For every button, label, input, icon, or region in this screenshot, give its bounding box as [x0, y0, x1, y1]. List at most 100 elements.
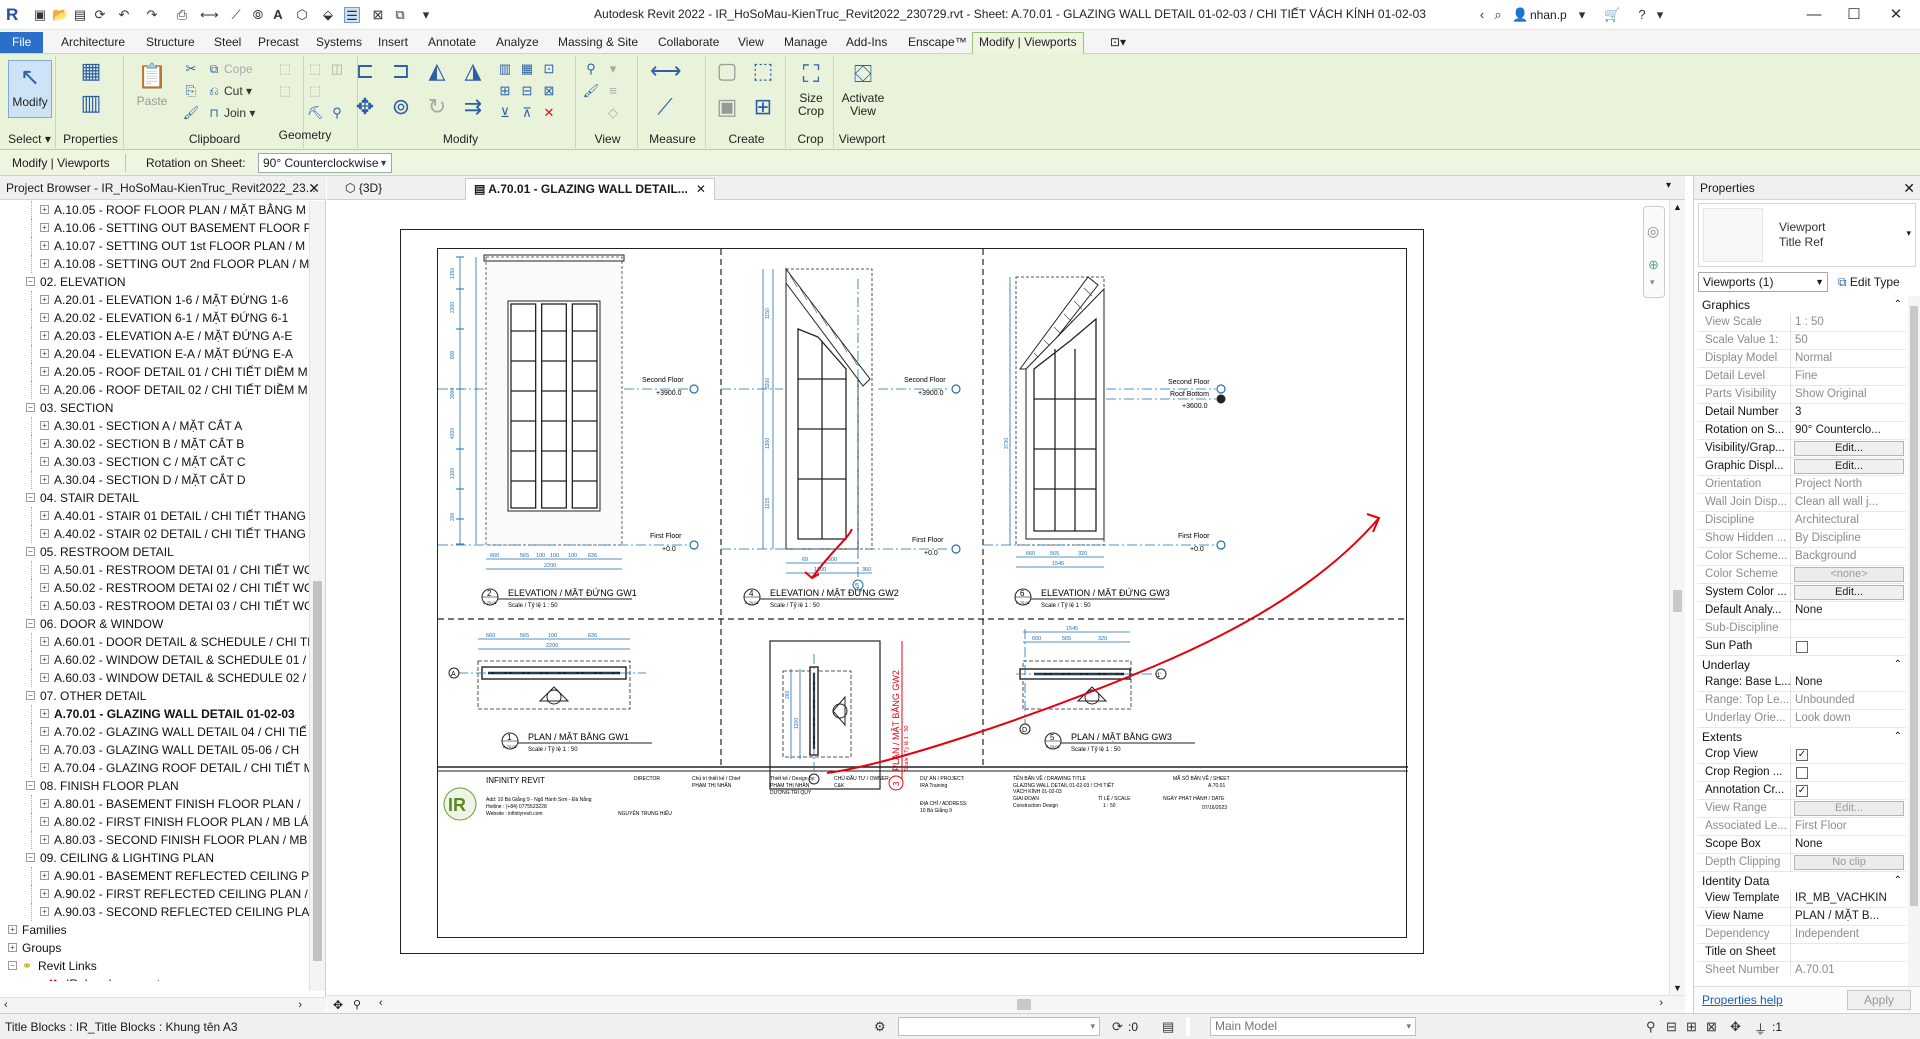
- cope-extra-icon[interactable]: ⬚: [276, 60, 294, 78]
- tree-folder[interactable]: −09. CEILING & LIGHTING PLAN: [0, 849, 310, 867]
- property-value[interactable]: IR_MB_VACHKIN: [1790, 890, 1906, 908]
- property-value[interactable]: None: [1790, 602, 1906, 620]
- edit-type-button[interactable]: ⧉ Edit Type: [1838, 272, 1918, 292]
- expand-icon[interactable]: +: [40, 457, 49, 466]
- section-icon[interactable]: ⬙: [320, 7, 336, 23]
- property-value[interactable]: 90° Counterclo...: [1790, 422, 1906, 440]
- close-hidden-icon[interactable]: ⊠: [370, 7, 386, 23]
- help-icon[interactable]: ?: [1634, 7, 1650, 23]
- expand-icon[interactable]: +: [40, 655, 49, 664]
- tab-manage[interactable]: Manage: [778, 33, 833, 53]
- chevron-left-icon[interactable]: ‹: [1474, 7, 1490, 23]
- design-option-field[interactable]: Main Model ▾: [1210, 1017, 1416, 1036]
- thin-lines-icon[interactable]: ☰: [344, 7, 360, 23]
- tab-structure[interactable]: Structure: [140, 33, 201, 53]
- expand-icon[interactable]: +: [40, 313, 49, 322]
- aligned-dimension-icon[interactable]: ⟋: [650, 96, 680, 124]
- property-checkbox[interactable]: [1796, 641, 1808, 653]
- tree-item[interactable]: + A.20.03 - ELEVATION A-E / MẶT ĐỨNG A-E: [0, 327, 310, 345]
- tree-folder[interactable]: ✖ IR_Landscape.rvt: [0, 975, 310, 981]
- property-edit-button[interactable]: Edit...: [1794, 459, 1904, 474]
- expand-icon[interactable]: +: [40, 601, 49, 610]
- help-dropdown-icon[interactable]: ▾: [1652, 7, 1668, 23]
- filter-status-icon[interactable]: ⏚: [1754, 1019, 1767, 1038]
- property-value[interactable]: 3: [1790, 404, 1906, 422]
- tree-item[interactable]: + A.50.01 - RESTROOM DETAI 01 / CHI TIẾT …: [0, 561, 310, 579]
- chevron-down-icon[interactable]: ▾: [1574, 7, 1590, 23]
- project-browser-hscrollbar[interactable]: ‹ ›: [0, 997, 326, 1013]
- tree-item[interactable]: + A.90.02 - FIRST REFLECTED CEILING PLAN …: [0, 885, 310, 903]
- cart-icon[interactable]: 🛒: [1604, 7, 1620, 23]
- create-parts-icon[interactable]: ⬚: [748, 60, 778, 88]
- paste-button[interactable]: 📋 Paste: [130, 60, 174, 118]
- expand-icon[interactable]: +: [40, 205, 49, 214]
- tab-massing-site[interactable]: Massing & Site: [552, 33, 644, 53]
- collapse-icon[interactable]: −: [26, 493, 35, 502]
- tab-analyze[interactable]: Analyze: [490, 33, 545, 53]
- tab-add-ins[interactable]: Add-Ins: [840, 33, 893, 53]
- collapse-section-icon[interactable]: ⌃: [1894, 872, 1902, 890]
- cut-scissors-icon[interactable]: ✂: [182, 60, 200, 78]
- app-menu-icon[interactable]: ▣: [32, 7, 48, 23]
- expand-icon[interactable]: +: [40, 529, 49, 538]
- tree-item[interactable]: + A.10.07 - SETTING OUT 1st FLOOR PLAN / …: [0, 237, 310, 255]
- expand-icon[interactable]: +: [40, 475, 49, 484]
- property-checkbox[interactable]: ✓: [1796, 785, 1808, 797]
- view-scale-icon[interactable]: ✥: [333, 998, 343, 1012]
- measure-tool-icon[interactable]: ⟷: [650, 60, 682, 88]
- tree-folder[interactable]: −07. OTHER DETAIL: [0, 687, 310, 705]
- tree-item[interactable]: + A.80.01 - BASEMENT FINISH FLOOR PLAN /: [0, 795, 310, 813]
- properties-section-underlay[interactable]: Underlay ⌃: [1698, 656, 1906, 674]
- tab-modify-viewports[interactable]: Modify | Viewports: [972, 32, 1084, 54]
- tree-item[interactable]: + A.60.03 - WINDOW DETAIL & SCHEDULE 02 /: [0, 669, 310, 687]
- unlock-icon[interactable]: ⊼: [518, 104, 536, 122]
- properties-section-identity-data[interactable]: Identity Data ⌃: [1698, 872, 1906, 890]
- join-button[interactable]: ⊓ Join ▾: [206, 104, 255, 122]
- copy-button[interactable]: ⧉ Cope: [206, 60, 253, 78]
- design-options-icon[interactable]: ▤: [1162, 1019, 1174, 1035]
- minimize-icon[interactable]: —: [1800, 4, 1828, 26]
- tab-precast[interactable]: Precast: [252, 33, 305, 53]
- tab-file[interactable]: File: [0, 32, 44, 53]
- pick-icon[interactable]: ⚲: [328, 104, 346, 122]
- dimension-icon[interactable]: ⟋: [228, 7, 244, 23]
- properties-icon[interactable]: ▦: [78, 60, 104, 88]
- tab-3d-view[interactable]: ⬡ {3D}: [337, 178, 390, 200]
- expand-icon[interactable]: +: [40, 295, 49, 304]
- switch-windows-icon[interactable]: ⧉: [392, 7, 408, 23]
- close-icon[interactable]: ✕: [1903, 176, 1915, 200]
- tab-annotate[interactable]: Annotate: [422, 33, 482, 53]
- worksets-icon[interactable]: ⚙: [874, 1019, 886, 1035]
- tree-item[interactable]: + Families: [0, 921, 310, 939]
- expand-icon[interactable]: +: [40, 835, 49, 844]
- apply-button[interactable]: Apply: [1847, 990, 1911, 1010]
- collapse-icon[interactable]: −: [26, 547, 35, 556]
- tree-item[interactable]: + A.50.02 - RESTROOM DETAI 02 / CHI TIẾT …: [0, 579, 310, 597]
- canvas-vscrollbar[interactable]: ▲ ▼: [1669, 200, 1685, 995]
- text-icon[interactable]: A: [270, 7, 286, 23]
- expand-icon[interactable]: +: [40, 565, 49, 574]
- steering-wheel-icon[interactable]: ◎: [1647, 223, 1659, 240]
- expand-icon[interactable]: +: [40, 223, 49, 232]
- expand-icon[interactable]: +: [40, 889, 49, 898]
- copy-elem-icon[interactable]: ⊚: [386, 96, 416, 124]
- tree-folder[interactable]: −05. RESTROOM DETAIL: [0, 543, 310, 561]
- property-value[interactable]: None: [1790, 836, 1906, 854]
- redo-icon[interactable]: ↷: [144, 7, 160, 23]
- properties-help-link[interactable]: Properties help: [1702, 993, 1783, 1007]
- tree-folder[interactable]: −08. FINISH FLOOR PLAN: [0, 777, 310, 795]
- tree-item[interactable]: + A.50.03 - RESTROOM DETAI 03 / CHI TIẾT …: [0, 597, 310, 615]
- properties-section-graphics[interactable]: Graphics ⌃: [1698, 296, 1906, 314]
- expand-icon[interactable]: +: [40, 745, 49, 754]
- array-icon[interactable]: ▦: [518, 60, 536, 78]
- hide-icon[interactable]: ◇: [604, 104, 622, 122]
- paint-icon[interactable]: ◫: [328, 60, 346, 78]
- type-selector[interactable]: Viewport Title Ref ▾: [1698, 203, 1916, 267]
- expand-icon[interactable]: +: [8, 925, 17, 934]
- collapse-icon[interactable]: −: [26, 619, 35, 628]
- property-value[interactable]: [1790, 944, 1906, 962]
- expand-icon[interactable]: +: [40, 871, 49, 880]
- create-assembly-icon[interactable]: ▢: [712, 60, 742, 88]
- expand-icon[interactable]: +: [40, 367, 49, 376]
- drawing-canvas[interactable]: Second Floor +3900.0 First Floor +0.0 660 565…: [327, 200, 1669, 995]
